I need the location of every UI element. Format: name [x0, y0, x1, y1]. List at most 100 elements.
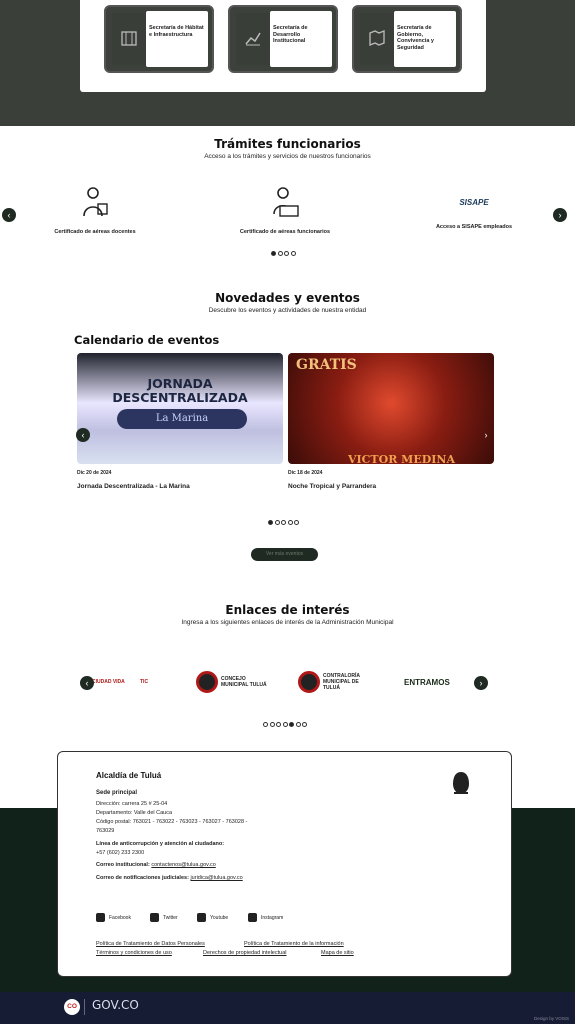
pagination-dot[interactable]: [284, 251, 289, 256]
tramite-item-docentes[interactable]: Certificado de aéreas docentes: [20, 186, 170, 235]
teacher-icon: [83, 187, 108, 217]
govco-separator: [84, 999, 85, 1015]
logo-ciudad-vida[interactable]: CIUDAD VIDA: [92, 668, 125, 696]
pagination-dot[interactable]: [269, 722, 275, 727]
enlaces-title: Enlaces de interés: [225, 603, 350, 617]
logo-entramos[interactable]: ENTRAMOS: [404, 668, 450, 696]
facebook-icon: [96, 913, 105, 922]
social-label: Instagram: [261, 914, 284, 921]
pagination-dot[interactable]: [287, 520, 293, 525]
employee-icon: [273, 187, 299, 217]
event-image-subtitle: VICTOR MEDINA: [348, 453, 456, 464]
social-instagram[interactable]: Instagram: [248, 913, 283, 922]
pagination-dot[interactable]: [276, 722, 281, 727]
policy-datos-link[interactable]: Política de Tratamiento de Datos Persona…: [96, 941, 205, 947]
logo-label: CONCEJO MUNICIPAL TULUÁ: [221, 676, 267, 688]
secretaria-label: Secretaría de Desarrollo Institucional: [270, 11, 332, 67]
footer-card: Alcaldía de Tuluá Sede principal Direcci…: [57, 751, 512, 977]
pagination-dot[interactable]: [302, 722, 307, 727]
tramite-label: Certificado de aéreas docentes: [54, 229, 136, 235]
social-facebook[interactable]: Facebook: [96, 913, 131, 922]
secretaria-card-gobierno[interactable]: Secretaría de Gobierno, Convivencia y Se…: [352, 5, 462, 73]
footer-departamento: Departamento: Valle del Cauca: [96, 810, 173, 816]
social-label: Facebook: [109, 914, 131, 921]
secretaria-label: Secretaría de Hábitat e Infraestructura: [146, 11, 208, 67]
pagination-dot[interactable]: [282, 722, 288, 727]
tramites-next-button[interactable]: ›: [553, 208, 567, 222]
footer-correo-link[interactable]: contactenos@tulua.gov.co: [151, 862, 216, 868]
secretaria-card-desarrollo[interactable]: Secretaría de Desarrollo Institucional: [228, 5, 338, 73]
govco-logo[interactable]: CO: [64, 999, 80, 1015]
enlaces-carousel: CIUDAD VIDA TIC CONCEJO MUNICIPAL TULUÁ …: [80, 664, 490, 702]
event-card[interactable]: GRATIS VICTOR MEDINA Dic 18 de 2024 Noch…: [288, 353, 494, 490]
events-pagination: [268, 520, 299, 526]
novedades-subtitle: Descubre los eventos y actividades de nu…: [208, 307, 367, 314]
pagination-dot[interactable]: [295, 722, 301, 727]
chevron-right-icon: ›: [558, 210, 562, 220]
logo-label: CONTRALORÍA MUNICIPAL DE TULUÁ: [323, 673, 360, 691]
youtube-icon: [197, 913, 206, 922]
alcaldia-shield-icon: [453, 772, 469, 794]
pagination-dot[interactable]: [277, 251, 283, 256]
event-image: JORNADA DESCENTRALIZADA La Marina: [77, 353, 283, 464]
twitter-icon: [150, 913, 159, 922]
events-prev-button[interactable]: ‹: [76, 428, 90, 442]
footer-correo-label: Correo institucional:: [96, 862, 150, 868]
logo-tic[interactable]: TIC: [140, 668, 148, 696]
govco-text[interactable]: GOV.CO: [92, 998, 139, 1012]
propiedad-intelectual-link[interactable]: Derechos de propiedad intelectual: [203, 950, 286, 956]
secretarias-panel: Secretaría de Hábitat e Infraestructura …: [80, 0, 486, 92]
event-image-title: GRATIS: [296, 357, 357, 373]
footer-linea-label: Línea de anticorrupción y atención al ci…: [96, 841, 225, 847]
pagination-dot[interactable]: [290, 251, 296, 256]
secretaria-card-habitat[interactable]: Secretaría de Hábitat e Infraestructura: [104, 5, 214, 73]
logo-concejo[interactable]: CONCEJO MUNICIPAL TULUÁ: [196, 668, 269, 696]
footer-sede: Sede principal: [96, 790, 138, 796]
tramites-subtitle: Acceso a los trámites y servicios de nue…: [204, 153, 371, 160]
pagination-dot[interactable]: [289, 722, 294, 727]
chevron-left-icon: ‹: [81, 430, 85, 440]
event-name: Jornada Descentralizada - La Marina: [77, 483, 190, 490]
event-date: Dic 20 de 2024: [77, 470, 112, 476]
more-events-button[interactable]: Ver más eventos: [251, 548, 318, 561]
tramite-item-funcionarios[interactable]: Certificado de aéreas funcionarios: [210, 186, 360, 235]
event-name: Noche Tropical y Parrandera: [288, 483, 377, 490]
events-next-button[interactable]: ›: [479, 428, 493, 442]
event-card[interactable]: JORNADA DESCENTRALIZADA La Marina Dic 20…: [77, 353, 283, 490]
event-date: Dic 18 de 2024: [288, 470, 323, 476]
tramites-title: Trámites funcionarios: [214, 137, 361, 151]
mapa-sitio-link[interactable]: Mapa de sitio: [321, 950, 354, 956]
tramite-item-sisape[interactable]: SISAPE Acceso a SISAPE empleados: [399, 186, 549, 230]
tramites-prev-button[interactable]: ‹: [2, 208, 16, 222]
logo-contraloria[interactable]: CONTRALORÍA MUNICIPAL DE TULUÁ: [298, 668, 375, 696]
instagram-icon: [248, 913, 257, 922]
event-image-title: JORNADA DESCENTRALIZADA: [112, 376, 248, 405]
pagination-dot[interactable]: [281, 520, 286, 525]
footer-notif-link[interactable]: juridica@tulua.gov.co: [190, 875, 242, 881]
pagination-dot[interactable]: [274, 520, 280, 525]
terminos-link[interactable]: Términos y condiciones de uso: [96, 950, 172, 956]
footer-direccion: Dirección: carrera 25 # 25-04: [96, 801, 168, 807]
tramite-label: Certificado de aéreas funcionarios: [239, 229, 331, 235]
footer-telefono: +57 (602) 233 2300: [96, 850, 145, 856]
concejo-seal-icon: [196, 671, 218, 693]
footer-codigo-postal-2: 763029: [96, 828, 115, 834]
enlaces-next-button[interactable]: ›: [474, 676, 488, 690]
logo-label: TIC: [140, 679, 149, 685]
pagination-dot[interactable]: [268, 520, 273, 525]
secretarias-section: Secretaría de Hábitat e Infraestructura …: [0, 0, 575, 126]
sisape-logo: SISAPE: [459, 198, 489, 207]
pagination-dot[interactable]: [263, 722, 268, 727]
social-label: Twitter: [163, 914, 178, 921]
pagination-dot[interactable]: [271, 251, 276, 256]
chevron-left-icon: ‹: [7, 210, 11, 220]
event-image: GRATIS VICTOR MEDINA: [288, 353, 494, 464]
enlaces-prev-button[interactable]: ‹: [80, 676, 94, 690]
tramite-label: Acceso a SISAPE empleados: [435, 224, 513, 230]
pagination-dot[interactable]: [294, 520, 299, 525]
social-youtube[interactable]: Youtube: [197, 913, 228, 922]
tramites-pagination: [271, 251, 296, 257]
social-twitter[interactable]: Twitter: [150, 913, 178, 922]
policy-informacion-link[interactable]: Política de Tratamiento de la informació…: [244, 941, 344, 947]
novedades-title: Novedades y eventos: [215, 291, 360, 305]
